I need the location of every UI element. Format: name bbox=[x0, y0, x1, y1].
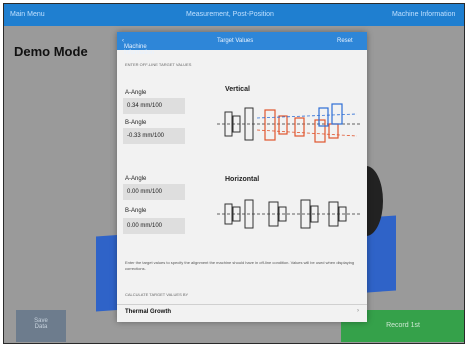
vertical-b-label: B-Angle bbox=[125, 120, 147, 126]
target-values-modal: ‹ Machine Information Target Values Rese… bbox=[117, 32, 367, 322]
horizontal-label: Horizontal bbox=[225, 176, 260, 183]
horizontal-a-input[interactable]: 0.00 mm/100 bbox=[123, 184, 185, 200]
horizontal-a-label: A-Angle bbox=[125, 176, 147, 182]
horizontal-diagram bbox=[217, 199, 362, 229]
vertical-a-input[interactable]: 0.34 mm/100 bbox=[123, 98, 185, 114]
vertical-b-input[interactable]: -0.33 mm/100 bbox=[123, 128, 185, 144]
horizontal-b-input[interactable]: 0.00 mm/100 bbox=[123, 218, 185, 234]
target-note: Enter the target values to specify the a… bbox=[125, 260, 355, 271]
back-button[interactable]: ‹ Machine Information bbox=[122, 38, 154, 56]
chevron-right-icon: › bbox=[357, 308, 359, 314]
reset-button[interactable]: Reset bbox=[337, 38, 353, 44]
section-title: ENTER OFF-LINE TARGET VALUES bbox=[125, 62, 192, 67]
back-label: Machine Information bbox=[124, 44, 155, 56]
thermal-growth-label: Thermal Growth bbox=[125, 309, 172, 315]
thermal-growth-row[interactable]: Thermal Growth › bbox=[117, 304, 367, 322]
page-title: Measurement, Post-Position bbox=[186, 11, 274, 18]
demo-mode-title: Demo Mode bbox=[14, 44, 88, 59]
vertical-diagram bbox=[217, 103, 362, 143]
modal-title: Target Values bbox=[217, 38, 254, 44]
save-data-button[interactable]: Save Data bbox=[16, 310, 66, 342]
save-data-label: Save Data bbox=[34, 318, 48, 330]
record-first-label: Record 1st bbox=[386, 322, 420, 329]
app-frame: Main Menu Measurement, Post-Position Mac… bbox=[3, 3, 465, 344]
modal-header: ‹ Machine Information Target Values Rese… bbox=[117, 32, 367, 56]
vertical-label: Vertical bbox=[225, 86, 250, 93]
horizontal-b-label: B-Angle bbox=[125, 208, 147, 214]
main-menu-link[interactable]: Main Menu bbox=[10, 11, 45, 18]
top-bar: Main Menu Measurement, Post-Position Mac… bbox=[4, 4, 464, 26]
machine-info-link[interactable]: Machine Information bbox=[392, 11, 455, 18]
calc-title: CALCULATE TARGET VALUES BY bbox=[125, 292, 189, 297]
vertical-a-label: A-Angle bbox=[125, 90, 147, 96]
